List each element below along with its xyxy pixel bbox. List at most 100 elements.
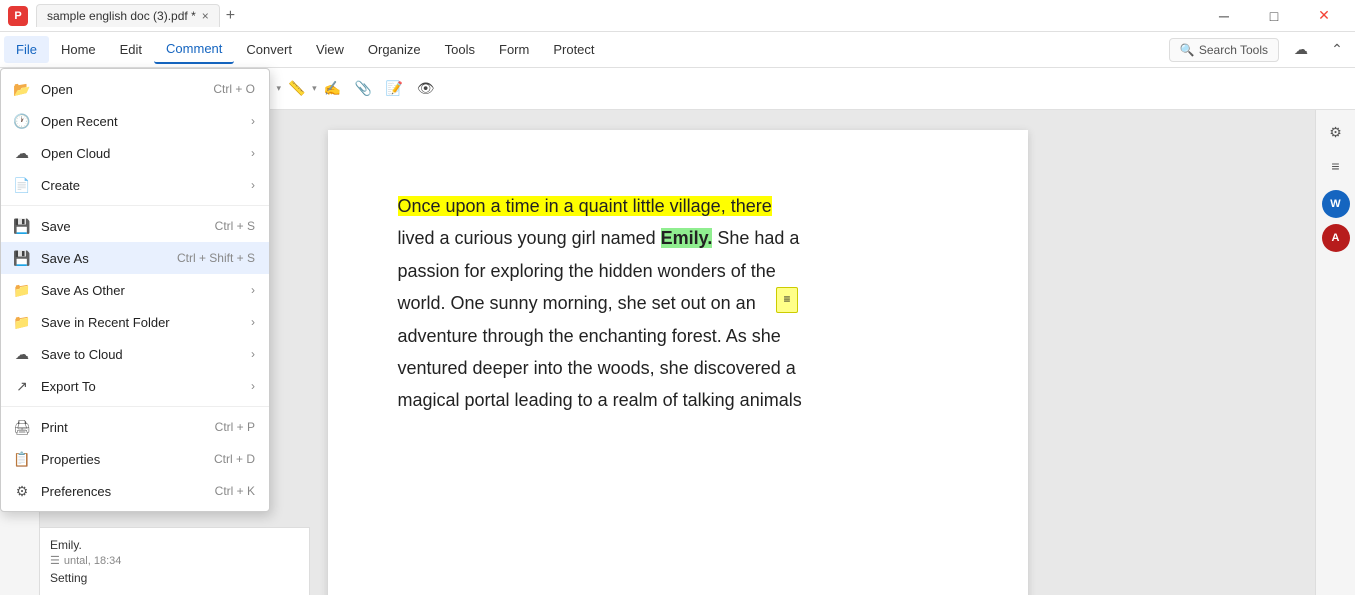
menu-bar: File Home Edit Comment Convert View Orga… [0,32,1355,68]
paragraph-5: adventure through the enchanting forest.… [398,320,958,352]
paragraph-1: Once upon a time in a quaint little vill… [398,190,958,222]
properties-label: Properties [41,452,204,467]
save-cloud-arrow: › [251,347,255,361]
comment-meta-time: untal, 18:34 [64,555,122,567]
window-close-button[interactable]: ✕ [1301,0,1347,32]
menu-item-save-as[interactable]: 💾 Save As Ctrl + Shift + S [1,242,269,274]
properties-icon: 📋 [13,450,31,468]
open-recent-icon: 🕐 [13,112,31,130]
save-as-other-arrow: › [251,283,255,297]
properties-shortcut: Ctrl + D [214,452,255,466]
menu-item-open[interactable]: 📂 Open Ctrl + O [1,73,269,105]
menu-item-save-as-other[interactable]: 📁 Save As Other › [1,274,269,306]
open-recent-label: Open Recent [41,114,241,129]
highlighted-text: Once upon a time in a quaint little vill… [398,196,772,216]
search-tools-button[interactable]: 🔍 Search Tools [1169,38,1279,62]
menu-file[interactable]: File [4,36,49,63]
open-shortcut: Ctrl + O [213,82,255,96]
paragraph-3: passion for exploring the hidden wonders… [398,255,958,287]
menu-comment[interactable]: Comment [154,35,234,64]
preferences-shortcut: Ctrl + K [215,484,255,498]
menu-protect[interactable]: Protect [541,36,606,63]
preferences-label: Preferences [41,484,205,499]
menu-item-open-cloud[interactable]: ☁ Open Cloud › [1,137,269,169]
window-maximize-button[interactable]: □ [1251,0,1297,32]
menu-home[interactable]: Home [49,36,108,63]
paragraph-7: magical portal leading to a realm of tal… [398,384,958,416]
open-cloud-icon: ☁ [13,144,31,162]
menu-tools[interactable]: Tools [433,36,487,63]
menu-item-create[interactable]: 📄 Create › [1,169,269,201]
menu-organize[interactable]: Organize [356,36,433,63]
menu-item-save-recent-folder[interactable]: 📁 Save in Recent Folder › [1,306,269,338]
document-tab[interactable]: sample english doc (3).pdf * × [36,4,220,27]
save-as-shortcut: Ctrl + Shift + S [177,251,255,265]
comment-name: Emily. [50,538,299,552]
menu-form[interactable]: Form [487,36,541,63]
open-cloud-label: Open Cloud [41,146,241,161]
measure-group[interactable]: 📏 ▾ [282,74,317,104]
save-as-other-icon: 📁 [13,281,31,299]
save-recent-label: Save in Recent Folder [41,315,241,330]
open-label: Open [41,82,203,97]
open-recent-arrow: › [251,114,255,128]
menu-item-print[interactable]: 🖨 Print Ctrl + P [1,411,269,443]
separator-2 [1,406,269,407]
export-icon: ↗ [13,377,31,395]
paragraph-2: lived a curious young girl named Emily. … [398,222,958,254]
search-icon: 🔍 [1180,43,1195,57]
document-page: Once upon a time in a quaint little vill… [328,130,1028,595]
sign-group[interactable]: ✍ [318,74,348,104]
panel-adjust-icon[interactable]: ≡ [1322,152,1350,180]
measure-button[interactable]: 📏 [282,74,312,104]
save-recent-arrow: › [251,315,255,329]
search-tools-label: Search Tools [1199,43,1268,57]
app-icon: P [8,6,28,26]
preferences-icon: ⚙ [13,482,31,500]
save-as-icon: 💾 [13,249,31,267]
print-icon: 🖨 [13,418,31,436]
save-cloud-icon: ☁ [13,345,31,363]
comment-meta: ☰ untal, 18:34 [50,554,299,567]
save-as-other-label: Save As Other [41,283,241,298]
attach-button[interactable]: 📎 [349,74,379,104]
create-label: Create [41,178,241,193]
menu-item-save[interactable]: 💾 Save Ctrl + S [1,210,269,242]
window-minimize-button[interactable]: ─ [1201,0,1247,32]
file-dropdown-menu: 📂 Open Ctrl + O 🕐 Open Recent › ☁ Open C… [0,68,270,512]
menu-item-preferences[interactable]: ⚙ Preferences Ctrl + K [1,475,269,507]
comment-box-chevron: ▾ [277,83,282,94]
menu-view[interactable]: View [304,36,356,63]
edit-text-button[interactable]: 📝 [380,74,410,104]
create-arrow: › [251,178,255,192]
comment-setting-label: Setting [50,571,299,585]
save-icon: 💾 [13,217,31,235]
cloud-upload-button[interactable]: ☁ [1287,36,1315,64]
new-tab-button[interactable]: + [226,7,235,25]
comment-meta-icon: ☰ [50,554,60,567]
word-avatar[interactable]: W [1322,190,1350,218]
menu-edit[interactable]: Edit [108,36,154,63]
save-recent-icon: 📁 [13,313,31,331]
paragraph-6: ventured deeper into the woods, she disc… [398,352,958,384]
menu-item-open-recent[interactable]: 🕐 Open Recent › [1,105,269,137]
acrobat-avatar[interactable]: A [1322,224,1350,252]
tab-close-button[interactable]: × [202,9,209,23]
save-label: Save [41,219,205,234]
menu-item-export-to[interactable]: ↗ Export To › [1,370,269,402]
separator-1 [1,205,269,206]
menu-convert[interactable]: Convert [234,36,304,63]
show-hide-button[interactable]: 👁 [411,74,441,104]
panel-settings-icon[interactable]: ⚙ [1322,118,1350,146]
menu-item-save-cloud[interactable]: ☁ Save to Cloud › [1,338,269,370]
export-arrow: › [251,379,255,393]
menu-item-properties[interactable]: 📋 Properties Ctrl + D [1,443,269,475]
export-label: Export To [41,379,241,394]
create-icon: 📄 [13,176,31,194]
sign-button[interactable]: ✍ [318,74,348,104]
save-cloud-label: Save to Cloud [41,347,241,362]
collapse-button[interactable]: ⌃ [1323,36,1351,64]
print-label: Print [41,420,205,435]
open-icon: 📂 [13,80,31,98]
comment-panel: Emily. ☰ untal, 18:34 Setting [40,527,310,595]
